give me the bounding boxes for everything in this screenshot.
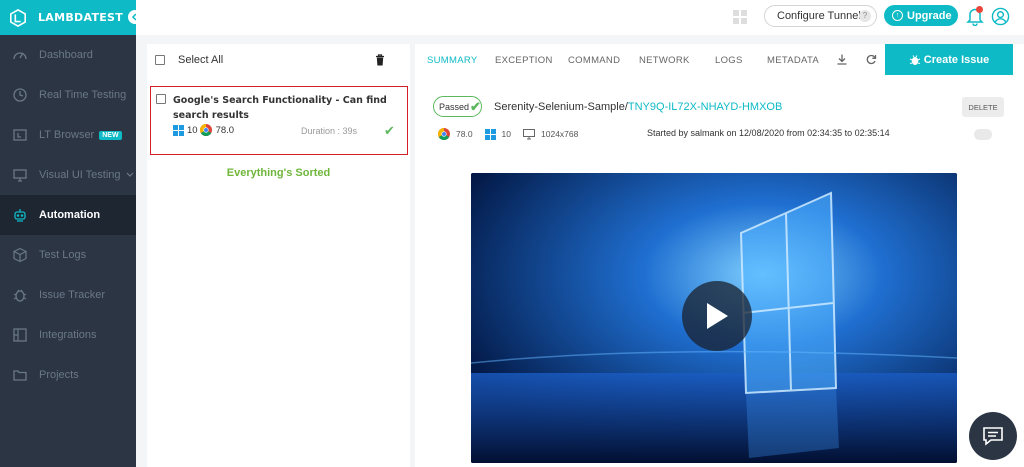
- sidebar-item-label: LT Browser: [39, 129, 95, 141]
- sidebar-item-projects[interactable]: Projects: [0, 355, 136, 395]
- test-checkbox[interactable]: [156, 94, 166, 104]
- test-title: Google's Search Functionality - Can find…: [173, 95, 387, 121]
- environment-row: 78.0 10 1024x768: [438, 128, 590, 140]
- top-bar: Configure Tunnel ? ↑ Upgrade: [136, 0, 1024, 35]
- sidebar-item-label: Issue Tracker: [39, 289, 106, 301]
- sidebar-item-integrations[interactable]: Integrations: [0, 315, 136, 355]
- everything-sorted-message: Everything's Sorted: [226, 167, 331, 179]
- sidebar-item-label: Dashboard: [39, 49, 93, 61]
- apps-grid-icon[interactable]: [732, 9, 748, 25]
- test-environment: 10 78.0: [173, 124, 234, 136]
- chat-support-button[interactable]: [969, 412, 1017, 460]
- lambdatest-logo-icon: [9, 8, 27, 27]
- build-name: Serenity-Selenium-Sample/: [494, 101, 628, 113]
- monitor-icon: [523, 128, 536, 139]
- test-list-item[interactable]: Google's Search Functionality - Can find…: [150, 86, 408, 155]
- build-title: Serenity-Selenium-Sample/TNY9Q-IL72X-NHA…: [494, 101, 782, 113]
- new-badge: NEW: [99, 130, 122, 140]
- resolution: 1024x768: [541, 129, 579, 139]
- test-duration: Duration : 39s: [301, 126, 358, 136]
- sidebar-item-label: Integrations: [39, 329, 97, 341]
- create-issue-button[interactable]: Create Issue: [885, 44, 1013, 75]
- tab-metadata[interactable]: METADATA: [767, 55, 819, 66]
- refresh-icon[interactable]: [866, 54, 877, 65]
- select-all-row: Select All: [147, 44, 410, 75]
- status-badge: Passed ✔: [433, 96, 482, 117]
- browser-icon: [11, 126, 29, 144]
- download-icon[interactable]: [837, 54, 847, 65]
- bug-icon: [909, 54, 921, 65]
- chat-icon: [983, 427, 1003, 446]
- sidebar-item-dashboard[interactable]: Dashboard: [0, 35, 136, 75]
- windows-icon: [484, 128, 496, 140]
- robot-icon: [11, 206, 29, 224]
- configure-tunnel-label: Configure Tunnel: [777, 10, 861, 22]
- browser-version: 78.0: [215, 124, 235, 136]
- sidebar-item-visual-ui-testing[interactable]: Visual UI Testing: [0, 155, 136, 195]
- configure-tunnel-button[interactable]: Configure Tunnel ?: [764, 5, 877, 27]
- brand-header[interactable]: LAMBDATEST: [0, 0, 143, 35]
- monitor-icon: [11, 166, 29, 184]
- brand-name: LAMBDATEST: [38, 11, 124, 24]
- delete-button[interactable]: DELETE: [962, 97, 1004, 117]
- sidebar-item-test-logs[interactable]: Test Logs: [0, 235, 136, 275]
- notification-dot: [976, 6, 983, 13]
- clock-icon: [11, 86, 29, 104]
- test-id-link[interactable]: TNY9Q-IL72X-NHAYD-HMXOB: [628, 101, 782, 113]
- sidebar-item-label: Test Logs: [39, 249, 87, 261]
- create-issue-label: Create Issue: [923, 53, 990, 66]
- select-all-checkbox[interactable]: [155, 54, 165, 65]
- check-icon: ✔: [470, 98, 481, 114]
- chrome-icon: [438, 128, 450, 140]
- chrome-icon: [199, 124, 212, 136]
- chevron-down-icon: [126, 172, 133, 177]
- bug-icon: [11, 286, 29, 304]
- sidebar: LAMBDATEST Dashboard Real Time Testing L…: [0, 0, 143, 467]
- os-version: 10: [501, 129, 512, 139]
- dashboard-icon: [11, 46, 29, 64]
- arrow-up-icon: ↑: [892, 10, 903, 21]
- tab-command[interactable]: COMMAND: [568, 55, 620, 66]
- sidebar-item-label: Automation: [39, 209, 101, 221]
- check-icon: ✔: [384, 123, 395, 138]
- os-version: 10: [187, 124, 198, 136]
- windows-icon: [173, 124, 184, 136]
- sidebar-item-lt-browser[interactable]: LT Browser NEW: [0, 115, 136, 155]
- folder-icon: [11, 366, 29, 384]
- user-profile-icon[interactable]: [991, 7, 1010, 26]
- integrations-icon: [11, 326, 29, 344]
- help-icon[interactable]: ?: [859, 10, 871, 22]
- test-list-panel: Select All Google's Search Functionality…: [147, 44, 410, 467]
- select-all-label: Select All: [178, 53, 224, 66]
- play-icon: [707, 303, 728, 329]
- upgrade-label: Upgrade: [907, 9, 952, 22]
- sidebar-item-real-time-testing[interactable]: Real Time Testing: [0, 75, 136, 115]
- tab-exception[interactable]: EXCEPTION: [495, 55, 553, 66]
- test-video-player[interactable]: [471, 173, 957, 463]
- sidebar-item-automation[interactable]: Automation: [0, 195, 136, 235]
- info-toggle[interactable]: [974, 129, 992, 140]
- tab-summary[interactable]: SUMMARY: [427, 55, 478, 66]
- trash-icon[interactable]: [375, 54, 385, 66]
- sidebar-item-issue-tracker[interactable]: Issue Tracker: [0, 275, 136, 315]
- cube-icon: [11, 246, 29, 264]
- sidebar-item-label: Projects: [39, 369, 79, 381]
- started-info: Started by salmank on 12/08/2020 from 02…: [647, 128, 890, 138]
- sidebar-item-label: Visual UI Testing: [39, 169, 121, 181]
- upgrade-button[interactable]: ↑ Upgrade: [884, 5, 958, 26]
- browser-version: 78.0: [456, 129, 473, 139]
- tab-logs[interactable]: LOGS: [715, 55, 743, 66]
- play-button[interactable]: [682, 281, 752, 351]
- status-label: Passed: [439, 101, 470, 112]
- sidebar-item-label: Real Time Testing: [39, 89, 127, 101]
- tab-network[interactable]: NETWORK: [639, 55, 690, 66]
- detail-tabs: SUMMARY EXCEPTION COMMAND NETWORK LOGS M…: [415, 44, 885, 75]
